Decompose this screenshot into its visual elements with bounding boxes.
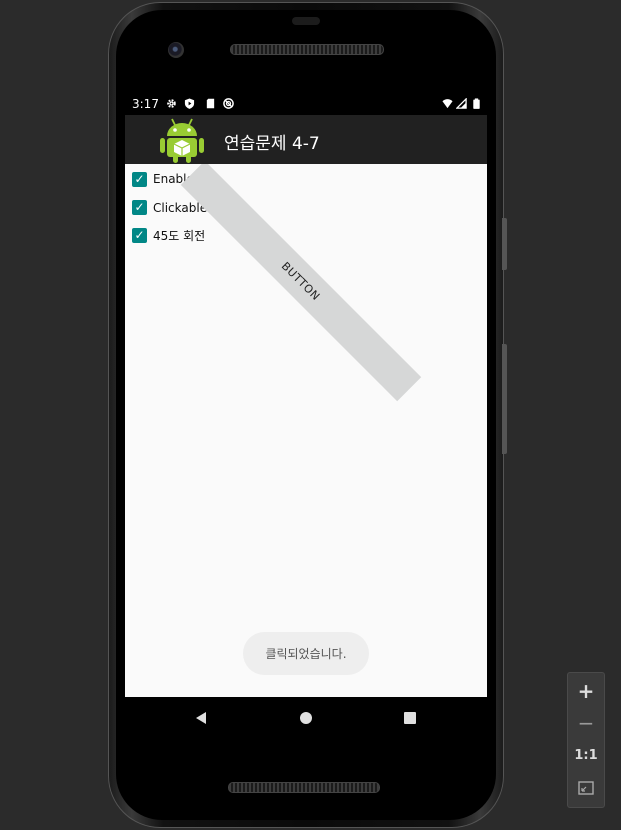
zoom-in-button[interactable]: +: [568, 679, 604, 703]
bottom-speaker: [228, 782, 380, 793]
toast-message: 클릭되었습니다.: [243, 632, 369, 675]
back-icon[interactable]: [194, 711, 208, 725]
recents-icon[interactable]: [403, 711, 417, 725]
checkbox-rotate-45[interactable]: ✓ 45도 회전: [132, 226, 205, 244]
check-icon[interactable]: ✓: [132, 227, 147, 243]
sd-card-icon: [206, 98, 215, 109]
gear-icon: [167, 99, 176, 108]
rotated-button[interactable]: BUTTON: [180, 164, 422, 402]
fit-screen-icon[interactable]: [578, 780, 594, 796]
battery-icon: [473, 98, 480, 109]
check-icon[interactable]: ✓: [132, 199, 147, 215]
top-sensor: [292, 17, 320, 25]
front-camera-icon: [168, 42, 184, 58]
signal-icon: [456, 98, 467, 109]
button-label: BUTTON: [279, 259, 323, 303]
main-content: ✓ Enabled ✓ Clickable 속성 ✓ 45도 회전 BUTTON…: [125, 164, 487, 697]
status-bar: 3:17: [125, 94, 487, 115]
android-robot-icon: [160, 118, 204, 163]
check-icon[interactable]: ✓: [132, 171, 147, 187]
sync-icon: [223, 98, 234, 109]
checkbox-label: 45도 회전: [153, 228, 206, 243]
zoom-panel: + − 1:1: [567, 672, 605, 808]
toast-text: 클릭되었습니다.: [265, 647, 347, 661]
earpiece-speaker: [230, 44, 384, 55]
volume-button[interactable]: [502, 218, 507, 270]
play-protect-icon: [184, 98, 195, 109]
actual-size-button[interactable]: 1:1: [568, 748, 604, 763]
wifi-icon: [442, 99, 453, 109]
page-title: 연습문제 4-7: [224, 134, 320, 154]
power-button[interactable]: [502, 344, 507, 454]
home-icon[interactable]: [299, 711, 313, 725]
status-time: 3:17: [132, 97, 159, 111]
navigation-bar: [125, 697, 487, 739]
app-bar: 연습문제 4-7: [125, 115, 487, 164]
zoom-out-button[interactable]: −: [568, 711, 604, 735]
